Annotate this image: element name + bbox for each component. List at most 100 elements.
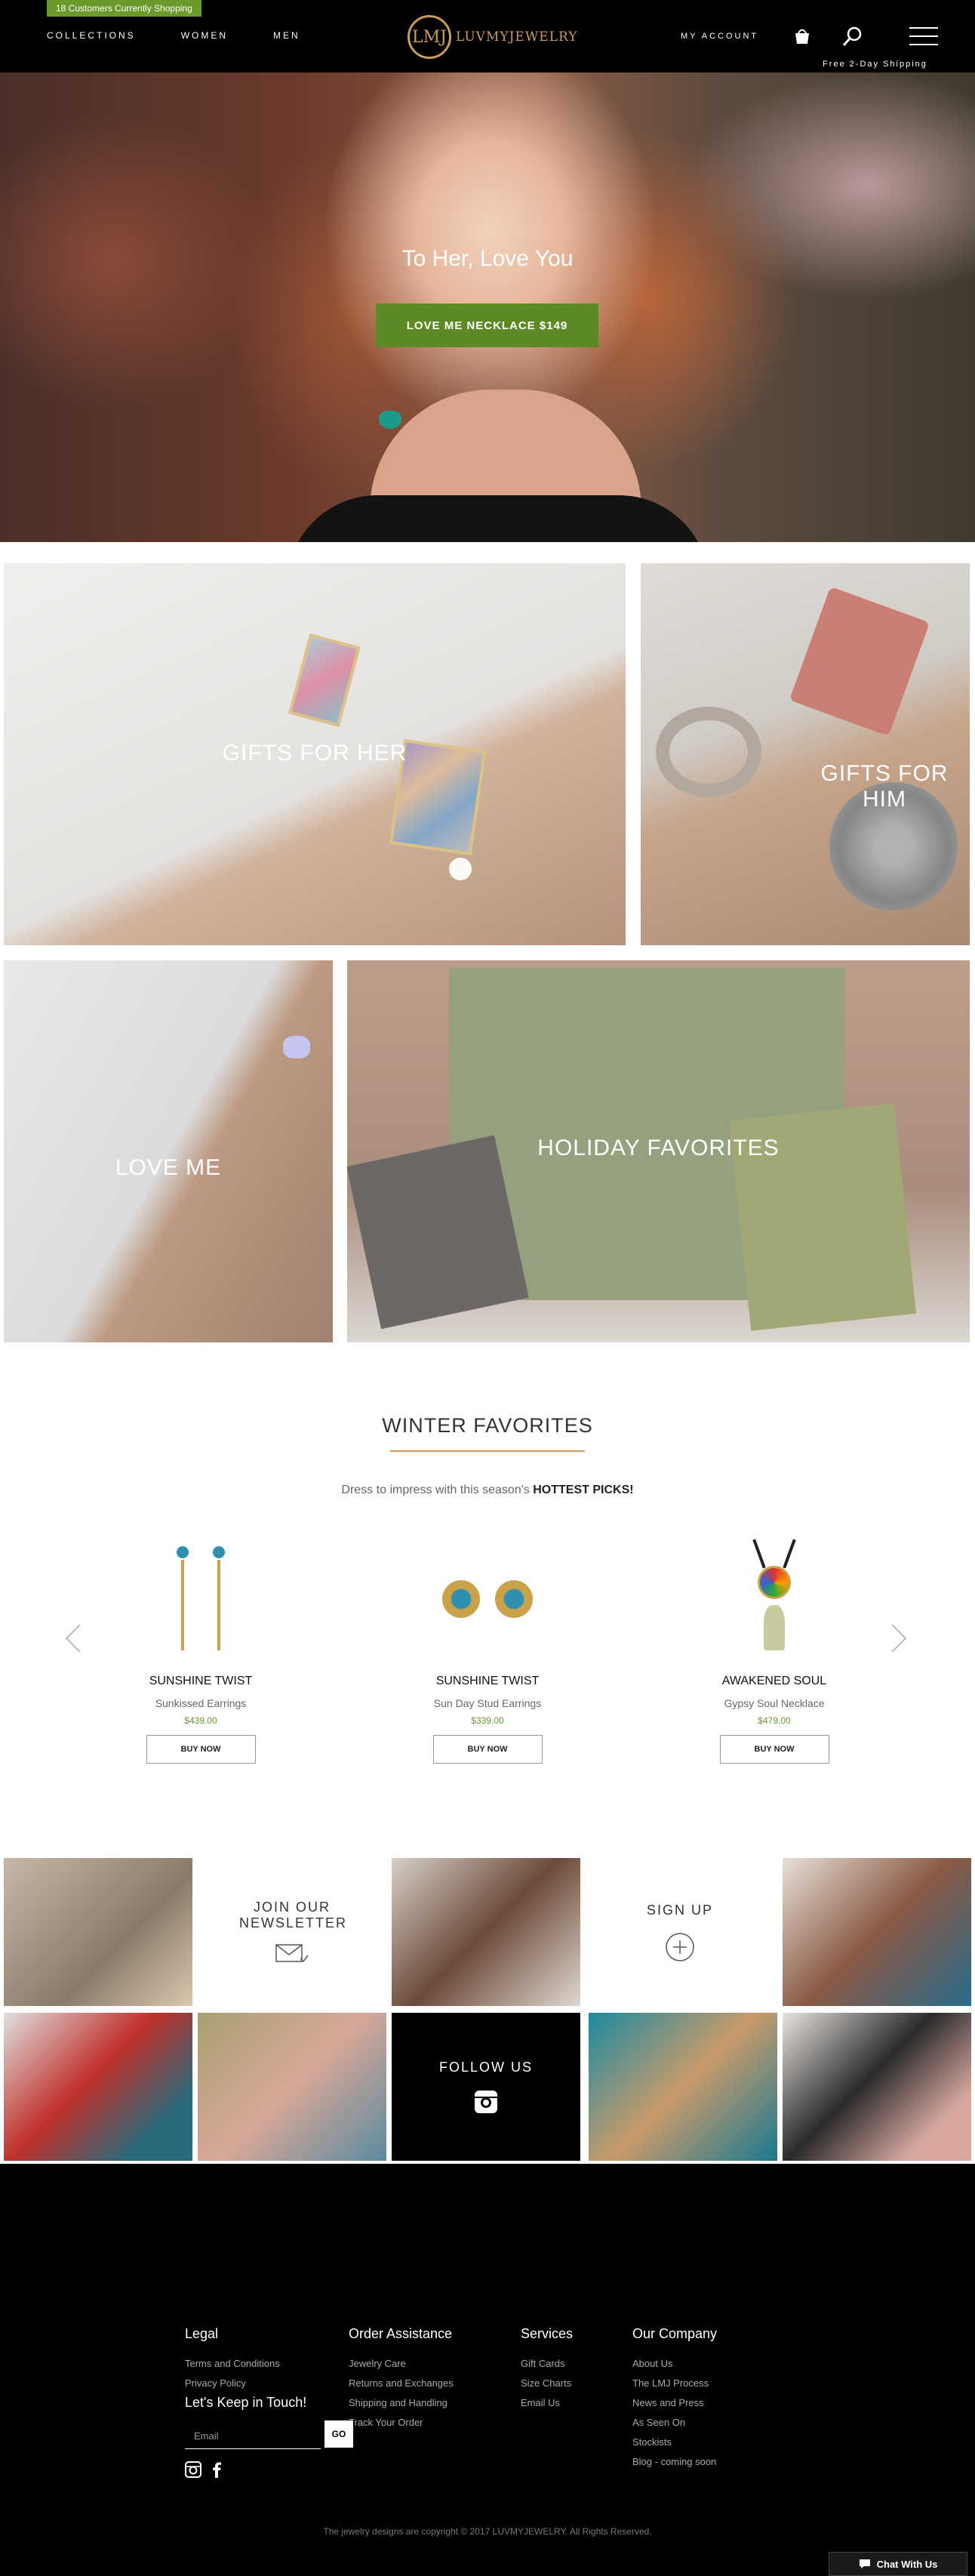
product-image[interactable]	[427, 1539, 548, 1659]
product-card: SUNSHINE TWIST Sunkissed Earrings $439.0…	[103, 1539, 299, 1764]
site-header: 18 Customers Currently Shopping COLLECTI…	[0, 0, 975, 72]
main-nav: COLLECTIONS WOMEN MEN	[47, 30, 300, 41]
footer-link[interactable]: Privacy Policy	[185, 2374, 280, 2393]
instagram-photo[interactable]	[783, 2013, 971, 2161]
footer-link[interactable]: Gift Cards	[521, 2354, 573, 2374]
footer-link[interactable]: Track Your Order	[349, 2413, 454, 2433]
product-name[interactable]: SUNSHINE TWIST	[103, 1675, 299, 1688]
tile-overlay	[4, 960, 333, 1342]
chat-with-us-button[interactable]: Chat With Us	[829, 2552, 967, 2576]
hero-banner: To Her, Love You LOVE ME NECKLACE $149	[0, 72, 975, 542]
tile-label: LOVE ME	[115, 1155, 222, 1180]
instagram-photo[interactable]	[392, 1858, 580, 2006]
footer-heading: Services	[521, 2326, 574, 2341]
logo-mark: LMJ	[408, 15, 451, 59]
my-account-link[interactable]: MY ACCOUNT	[681, 32, 758, 41]
signup-label: SIGN UP	[646, 1902, 713, 1918]
logo-text: LUVMYJEWELRY	[456, 29, 578, 45]
instagram-icon	[475, 2090, 497, 2113]
chat-bubble-icon	[859, 2559, 870, 2568]
buy-now-button[interactable]: BUY NOW	[432, 1735, 543, 1764]
free-shipping-note: Free 2-Day Shipping	[823, 60, 927, 69]
facebook-icon[interactable]	[208, 2461, 225, 2478]
category-tile-love-me[interactable]: LOVE ME	[4, 960, 333, 1342]
footer-column-legal: Legal Terms and Conditions Privacy Polic…	[185, 2326, 280, 2393]
product-price: $439.00	[184, 1715, 217, 1726]
nav-men[interactable]: MEN	[273, 30, 300, 41]
product-description: Gypsy Soul Necklace	[724, 1697, 825, 1709]
hero-necklace-pendant	[379, 411, 401, 429]
tile-overlay	[641, 563, 970, 945]
winter-favorites-subtitle: Dress to impress with this season's HOTT…	[0, 1484, 975, 1497]
subtitle-text: Dress to impress with this season's	[341, 1484, 530, 1496]
subtitle-bold: HOTTEST PICKS!	[533, 1484, 634, 1496]
newsletter-email-input[interactable]	[185, 2423, 321, 2449]
nav-collections[interactable]: COLLECTIONS	[47, 30, 136, 41]
category-tile-gifts-for-her[interactable]: GIFTS FOR HER	[4, 563, 626, 945]
instagram-photo[interactable]	[198, 2013, 386, 2161]
product-image[interactable]	[714, 1539, 835, 1659]
footer-link[interactable]: Size Charts	[521, 2374, 573, 2393]
chevron-left-icon[interactable]	[62, 1622, 85, 1655]
hero-tagline: To Her, Love You	[401, 246, 574, 271]
mail-icon	[275, 1944, 309, 1963]
product-price: $479.00	[758, 1715, 791, 1726]
footer-link[interactable]: Blog - coming soon	[632, 2452, 717, 2472]
footer-link[interactable]: Email Us	[521, 2393, 573, 2413]
footer-link[interactable]: Terms and Conditions	[185, 2354, 280, 2374]
newsletter-cell[interactable]: JOIN OUR NEWSLETTER	[198, 1858, 386, 2006]
product-price: $339.00	[471, 1715, 504, 1726]
instagram-photo[interactable]	[4, 2013, 192, 2161]
nav-women[interactable]: WOMEN	[181, 30, 228, 41]
footer-link[interactable]: As Seen On	[632, 2413, 717, 2433]
footer-link[interactable]: About Us	[632, 2354, 717, 2374]
winter-favorites-title: WINTER FAVORITES	[382, 1414, 593, 1437]
signup-cell[interactable]: SIGN UP	[586, 1858, 774, 2006]
footer-link[interactable]: Shipping and Handling	[349, 2393, 454, 2413]
product-description: Sunkissed Earrings	[155, 1697, 247, 1709]
footer-link[interactable]: Returns and Exchanges	[349, 2374, 454, 2393]
site-logo[interactable]: LMJ LUVMYJEWELRY	[408, 15, 578, 59]
category-tile-holiday-favorites[interactable]: HOLIDAY FAVORITES	[347, 960, 970, 1342]
footer-column-order-assistance: Order Assistance Jewelry Care Returns an…	[349, 2326, 454, 2433]
copyright-notice: The jewelry designs are copyright © 2017…	[323, 2526, 652, 2537]
newsletter-label: JOIN OUR NEWSLETTER	[239, 1900, 348, 1930]
keep-in-touch-heading: Let's Keep in Touch!	[185, 2395, 307, 2410]
shoppers-count-badge: 18 Customers Currently Shopping	[47, 0, 201, 17]
plus-circle-icon	[666, 1932, 694, 1961]
instagram-photo[interactable]	[4, 1858, 192, 2006]
product-name[interactable]: AWAKENED SOUL	[676, 1675, 872, 1688]
tile-label: GIFTS FOR HER	[222, 741, 408, 766]
site-footer	[0, 2164, 975, 2576]
hero-cta-button[interactable]: LOVE ME NECKLACE $149	[376, 304, 598, 347]
footer-link[interactable]: News and Press	[632, 2393, 717, 2413]
instagram-photo[interactable]	[783, 1858, 971, 2006]
chevron-right-icon[interactable]	[887, 1622, 910, 1655]
hamburger-menu-icon[interactable]	[909, 25, 938, 48]
product-image[interactable]	[140, 1539, 261, 1659]
instagram-icon[interactable]	[185, 2461, 201, 2478]
follow-us-cell[interactable]: FOLLOW US	[392, 2013, 580, 2161]
footer-link[interactable]: Jewelry Care	[349, 2354, 454, 2374]
search-icon[interactable]	[841, 25, 864, 48]
footer-link[interactable]: Stockists	[632, 2433, 717, 2452]
category-tile-gifts-for-him[interactable]: GIFTS FOR HIM	[641, 563, 970, 945]
hero-model-top	[287, 495, 709, 542]
chat-label: Chat With Us	[876, 2558, 938, 2570]
buy-now-button[interactable]: BUY NOW	[719, 1735, 829, 1764]
footer-link[interactable]: The LMJ Process	[632, 2374, 717, 2393]
product-name[interactable]: SUNSHINE TWIST	[389, 1675, 586, 1688]
follow-us-label: FOLLOW US	[438, 2059, 533, 2075]
footer-column-services: Services Gift Cards Size Charts Email Us	[521, 2326, 573, 2413]
instagram-photo[interactable]	[589, 2013, 777, 2161]
shopping-bag-icon[interactable]	[792, 26, 812, 45]
product-card: AWAKENED SOUL Gypsy Soul Necklace $479.0…	[676, 1539, 872, 1764]
product-card: SUNSHINE TWIST Sun Day Stud Earrings $33…	[389, 1539, 586, 1764]
newsletter-go-button[interactable]: GO	[324, 2420, 353, 2448]
buy-now-button[interactable]: BUY NOW	[146, 1735, 256, 1764]
product-description: Sun Day Stud Earrings	[433, 1697, 542, 1709]
footer-heading: Our Company	[632, 2326, 718, 2341]
title-underline	[390, 1450, 585, 1452]
footer-heading: Legal	[185, 2326, 219, 2341]
footer-heading: Order Assistance	[349, 2326, 453, 2341]
